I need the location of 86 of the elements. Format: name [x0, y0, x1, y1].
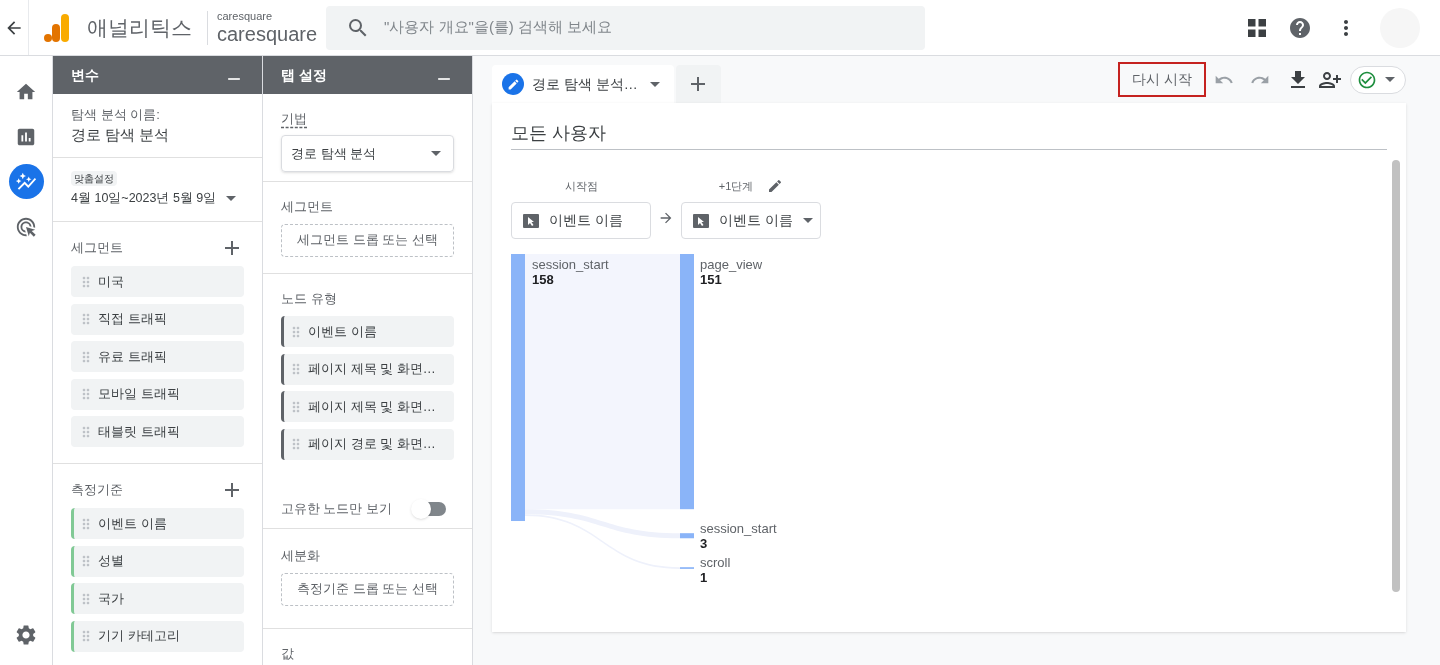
node-bar[interactable]: [680, 533, 694, 539]
status-button[interactable]: [1350, 65, 1406, 94]
node-bar[interactable]: [511, 254, 525, 521]
segment-drop-zone[interactable]: 세그먼트 드롭 또는 선택: [281, 224, 454, 257]
segment-title: 모든 사용자: [511, 123, 606, 143]
dropdown-caret-icon: [649, 81, 660, 87]
dropdown-caret-icon: [431, 151, 441, 156]
field-label: 값: [281, 646, 294, 662]
search-bar[interactable]: "사용자 개요"을(를) 검색해 보세요: [326, 5, 926, 50]
arrow-right-icon: [658, 210, 674, 226]
exploration-name-label: 탐색 분석 이름:: [71, 105, 161, 124]
chip-label: 태블릿 트래픽: [98, 422, 180, 441]
chip-label: 유료 트래픽: [98, 347, 167, 366]
chip-label: 국가: [98, 589, 124, 608]
chip-label: 페이지 제목 및 화면…: [308, 397, 436, 416]
panel-title: 탭 설정: [281, 65, 327, 85]
add-tab-button[interactable]: [675, 65, 721, 103]
section-title: 측정기준: [71, 481, 123, 500]
variable-chip[interactable]: 미국: [71, 266, 244, 297]
variable-chip[interactable]: 태블릿 트래픽: [71, 416, 244, 447]
toggle-label: 고유한 노드만 보기: [281, 500, 392, 518]
chip-label: 성별: [98, 552, 124, 571]
variable-chip[interactable]: 기기 카테고리: [71, 620, 244, 652]
date-range-picker[interactable]: 4월 10일~2023년 5월 9일: [71, 189, 244, 208]
help-icon[interactable]: [1288, 15, 1312, 40]
variable-chip[interactable]: 페이지 제목 및 화면…: [281, 353, 454, 385]
chip-label: 페이지 제목 및 화면…: [308, 360, 436, 379]
search-field[interactable]: "사용자 개요"을(를) 검색해 보세요: [384, 16, 906, 39]
node-count: 151: [700, 272, 722, 287]
breakdown-drop-zone[interactable]: 측정기준 드롭 또는 선택: [281, 573, 454, 607]
field-label: 노드 유형: [281, 291, 337, 306]
chip-label: 기기 카테고리: [98, 627, 180, 646]
chip-label: 이벤트 이름: [308, 322, 377, 341]
dropdown-caret-icon: [1385, 77, 1395, 82]
node-name: page_view: [700, 257, 763, 272]
variable-chip[interactable]: 페이지 경로 및 화면…: [281, 428, 454, 460]
node-count: 3: [700, 536, 708, 552]
technique-select[interactable]: 경로 탐색 분석: [281, 135, 454, 172]
nav-item[interactable]: [8, 164, 44, 199]
node-name: session_start: [532, 257, 609, 272]
node-name: session_start: [700, 521, 777, 537]
exploration-name[interactable]: 경로 탐색 분석: [71, 124, 244, 147]
variable-chip[interactable]: 직접 트래픽: [71, 303, 244, 335]
variable-chip[interactable]: 모바일 트래픽: [71, 378, 244, 410]
field-label: 세분화: [281, 548, 320, 564]
step-label: +1단계: [718, 178, 754, 194]
toggle-switch[interactable]: [414, 501, 446, 516]
dropdown-caret-icon: [802, 218, 813, 223]
app-title: 애널리틱스: [87, 14, 192, 41]
variable-chip[interactable]: 성별: [71, 545, 244, 577]
cursor-icon: [693, 213, 709, 228]
node-bar[interactable]: [680, 254, 694, 510]
chip-label: 이벤트 이름: [98, 514, 167, 533]
field-label: 세그먼트: [281, 199, 333, 214]
date-tag: 맞춤설정: [71, 171, 117, 187]
variable-chip[interactable]: 페이지 제목 및 화면…: [281, 391, 454, 422]
step-label: 시작점: [564, 178, 598, 194]
node-count: 1: [700, 570, 708, 586]
variable-chip[interactable]: 유료 트래픽: [71, 341, 244, 372]
cursor-icon: [523, 213, 539, 228]
variable-chip[interactable]: 국가: [71, 583, 244, 614]
panel-title: 변수: [71, 65, 99, 85]
variable-chip[interactable]: 이벤트 이름: [281, 316, 454, 347]
edit-badge-icon: [502, 73, 524, 95]
apps-grid-icon[interactable]: [1248, 18, 1266, 37]
section-title: 세그먼트: [71, 239, 123, 258]
exploration-tab[interactable]: 경로 탐색 분석…: [492, 65, 674, 103]
account-name: caresquare: [217, 9, 274, 22]
chip-label: 직접 트래픽: [98, 310, 167, 329]
pencil-icon[interactable]: [767, 178, 784, 194]
scrollbar[interactable]: [1392, 160, 1400, 592]
chip-label: 미국: [98, 272, 124, 291]
node-name: scroll: [700, 555, 731, 571]
node-type-select[interactable]: 이벤트 이름: [511, 202, 651, 239]
analytics-logo-icon: [44, 13, 70, 42]
cursor-click-icon: [15, 215, 37, 238]
node-count: 158: [532, 272, 554, 287]
settings-icon[interactable]: [14, 623, 38, 647]
dropdown-caret-icon: [226, 196, 236, 201]
property-name[interactable]: caresquare: [217, 21, 318, 46]
restart-button[interactable]: 다시 시작: [1118, 62, 1206, 97]
chip-label: 페이지 경로 및 화면…: [308, 435, 436, 454]
variable-chip[interactable]: 이벤트 이름: [71, 508, 244, 539]
chip-label: 모바일 트래픽: [98, 385, 180, 404]
node-type-select[interactable]: 이벤트 이름: [681, 202, 821, 239]
field-label: 기법: [281, 111, 307, 126]
